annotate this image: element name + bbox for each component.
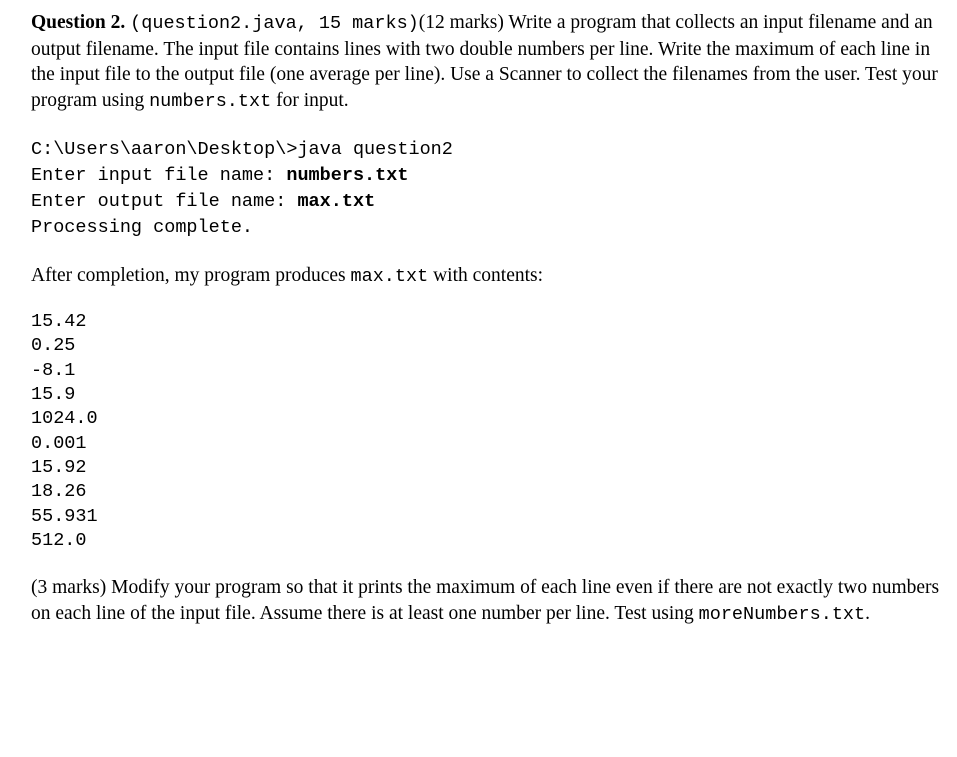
output-line: 15.92 [31, 456, 87, 478]
output-line: 15.9 [31, 384, 76, 406]
after-completion-text-before: After completion, my program produces [31, 264, 351, 286]
question-input-file: numbers.txt [149, 90, 272, 112]
closing-paragraph: (3 marks) Modify your program so that it… [31, 575, 956, 627]
after-completion-file: max.txt [350, 265, 429, 287]
question-body-part2: for input. [271, 89, 349, 111]
closing-file: moreNumbers.txt [698, 603, 866, 625]
spacer-before-after-completion [31, 241, 947, 263]
question-marks-inline: (12 marks) [418, 12, 504, 33]
question-paragraph: Question 2. (question2.java, 15 marks)(1… [31, 10, 956, 114]
console-output-value: max.txt [297, 190, 376, 212]
output-file-contents: 15.42 0.25 -8.1 15.9 1024.0 0.001 15.92 … [31, 310, 947, 553]
output-line: 15.42 [31, 311, 87, 333]
spacer-before-results [31, 289, 947, 310]
document-page: Question 2. (question2.java, 15 marks)(1… [0, 0, 957, 757]
spacer-before-closing [31, 553, 947, 575]
console-input-label: Enter input file name: [31, 165, 287, 187]
closing-marks: (3 marks) [31, 577, 107, 599]
output-line: 55.931 [31, 505, 98, 527]
spacer-before-console [31, 114, 947, 137]
console-output-label: Enter output file name: [31, 190, 298, 212]
output-line: -8.1 [31, 359, 76, 381]
question-label: Question 2. [31, 12, 126, 33]
console-line-command: C:\Users\aaron\Desktop\>java question2 [31, 139, 453, 161]
after-completion-paragraph: After completion, my program produces ma… [31, 263, 947, 290]
console-line-status: Processing complete. [31, 216, 254, 238]
output-line: 0.001 [31, 432, 87, 454]
output-line: 512.0 [31, 529, 87, 551]
console-line-output-prompt: Enter output file name: max.txt [31, 189, 947, 215]
after-completion-text-after: with contents: [428, 264, 544, 286]
output-line: 0.25 [31, 335, 76, 357]
output-line: 1024.0 [31, 408, 98, 430]
output-line: 18.26 [31, 481, 87, 503]
console-line-input-prompt: Enter input file name: numbers.txt [31, 163, 947, 189]
console-transcript: C:\Users\aaron\Desktop\>java question2 E… [31, 137, 947, 240]
question-file-spec: (question2.java, 15 marks) [130, 13, 419, 34]
closing-text-after: . [865, 602, 871, 624]
console-input-value: numbers.txt [286, 165, 409, 187]
